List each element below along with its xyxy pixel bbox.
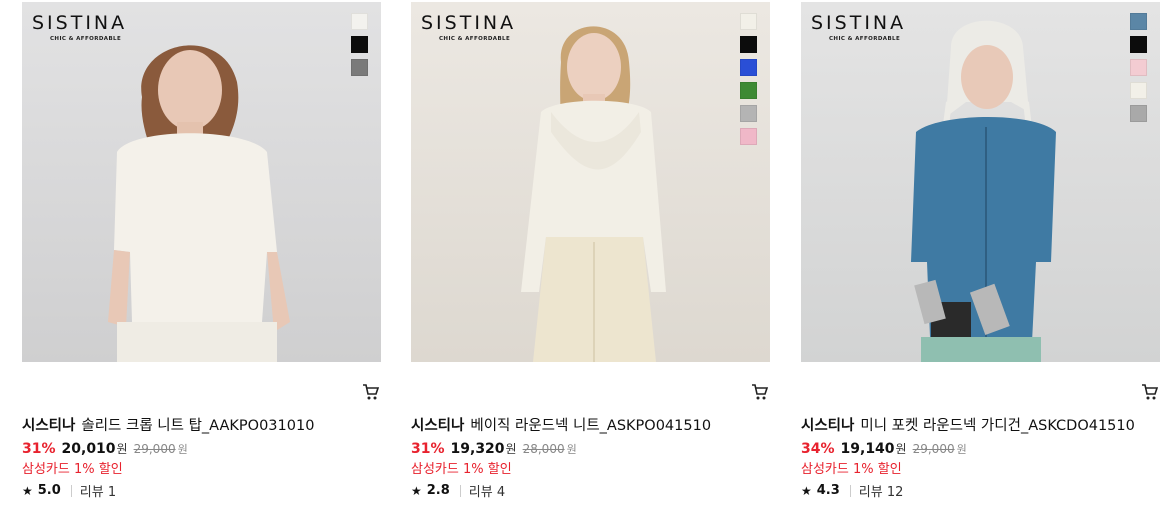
product-brand: 시스티나 — [22, 418, 76, 434]
card-discount: 삼성카드 1% 할인 — [411, 462, 512, 477]
discount-rate: 31% — [22, 441, 56, 457]
rating-score: 4.3 — [816, 483, 840, 498]
currency-unit: 원 — [956, 443, 967, 456]
brand-logo: SISTINA — [811, 12, 907, 34]
sale-price: 20,010 — [61, 441, 116, 457]
original-price: 28,000 — [522, 442, 565, 456]
price-row: 34% 19,140원 29,000 원 — [801, 440, 967, 457]
product-image[interactable]: SISTINA CHIC & AFFORDABLE — [22, 2, 381, 362]
product-title[interactable]: 시스티나 솔리드 크롭 니트 탑_AAKPO031010 — [22, 414, 314, 435]
divider — [459, 484, 461, 497]
brand-tagline: CHIC & AFFORDABLE — [439, 36, 511, 42]
product-brand: 시스티나 — [801, 418, 855, 434]
add-to-cart-icon[interactable] — [1141, 383, 1159, 401]
rating-row: ★ 4.3 리뷰 12 — [801, 481, 903, 500]
color-swatch[interactable] — [740, 105, 757, 122]
product-name: 솔리드 크롭 니트 탑_AAKPO031010 — [81, 418, 315, 434]
currency-unit: 원 — [116, 442, 128, 456]
brand-logo: SISTINA — [421, 12, 517, 34]
product-title[interactable]: 시스티나 베이직 라운드넥 니트_ASKPO041510 — [411, 414, 711, 435]
color-swatch[interactable] — [1130, 82, 1147, 99]
color-swatch[interactable] — [351, 13, 368, 30]
product-card[interactable]: SISTINA CHIC & AFFORDABLE 시스티나 미니 포켓 라운드넥… — [801, 0, 1161, 510]
review-count: 리뷰 4 — [468, 485, 506, 500]
product-name: 베이직 라운드넥 니트_ASKPO041510 — [470, 418, 712, 434]
sale-price: 19,320 — [450, 441, 505, 457]
brand-tagline: CHIC & AFFORDABLE — [50, 36, 122, 42]
model-figure — [108, 45, 290, 362]
star-icon: ★ — [411, 483, 422, 498]
card-discount: 삼성카드 1% 할인 — [801, 462, 902, 477]
brand-tagline: CHIC & AFFORDABLE — [829, 36, 901, 42]
product-image[interactable]: SISTINA CHIC & AFFORDABLE — [411, 2, 770, 362]
original-price: 29,000 — [912, 442, 955, 456]
price-row: 31% 19,320원 28,000 원 — [411, 440, 577, 457]
rating-row: ★ 5.0 리뷰 1 — [22, 481, 116, 500]
discount-rate: 31% — [411, 441, 445, 457]
color-swatch[interactable] — [1130, 59, 1147, 76]
color-swatch[interactable] — [1130, 105, 1147, 122]
product-title[interactable]: 시스티나 미니 포켓 라운드넥 가디건_ASKCDO41510 — [801, 414, 1135, 435]
original-price: 29,000 — [133, 442, 176, 456]
rating-score: 5.0 — [37, 483, 61, 498]
color-swatches — [1130, 13, 1148, 128]
discount-rate: 34% — [801, 441, 835, 457]
card-discount: 삼성카드 1% 할인 — [22, 462, 123, 477]
color-swatch[interactable] — [351, 59, 368, 76]
product-brand: 시스티나 — [411, 418, 465, 434]
currency-unit: 원 — [177, 443, 188, 456]
color-swatch[interactable] — [1130, 13, 1147, 30]
currency-unit: 원 — [566, 443, 577, 456]
price-row: 31% 20,010원 29,000 원 — [22, 440, 188, 457]
color-swatch[interactable] — [351, 36, 368, 53]
product-card[interactable]: SISTINA CHIC & AFFORDABLE 시스티나 베이직 라운드넥 니… — [411, 0, 771, 510]
color-swatch[interactable] — [740, 59, 757, 76]
brand-logo: SISTINA — [32, 12, 128, 34]
sale-price: 19,140 — [840, 441, 895, 457]
product-image[interactable]: SISTINA CHIC & AFFORDABLE — [801, 2, 1160, 362]
color-swatch[interactable] — [740, 128, 757, 145]
rating-score: 2.8 — [426, 483, 450, 498]
rating-row: ★ 2.8 리뷰 4 — [411, 481, 505, 500]
product-name: 미니 포켓 라운드넥 가디건_ASKCDO41510 — [860, 418, 1135, 434]
model-figure — [521, 26, 666, 362]
currency-unit: 원 — [505, 442, 517, 456]
review-count: 리뷰 12 — [858, 485, 904, 500]
color-swatch[interactable] — [740, 36, 757, 53]
color-swatch[interactable] — [1130, 36, 1147, 53]
star-icon: ★ — [801, 483, 812, 498]
divider — [849, 484, 851, 497]
color-swatch[interactable] — [740, 13, 757, 30]
product-card[interactable]: SISTINA CHIC & AFFORDABLE 시스티나 솔리드 크롭 니트 … — [22, 0, 382, 510]
model-figure — [911, 20, 1056, 362]
color-swatch[interactable] — [740, 82, 757, 99]
add-to-cart-icon[interactable] — [751, 383, 769, 401]
color-swatches — [351, 13, 369, 82]
review-count: 리뷰 1 — [79, 485, 117, 500]
divider — [70, 484, 72, 497]
star-icon: ★ — [22, 483, 33, 498]
color-swatches — [740, 13, 758, 151]
add-to-cart-icon[interactable] — [362, 383, 380, 401]
currency-unit: 원 — [895, 442, 907, 456]
